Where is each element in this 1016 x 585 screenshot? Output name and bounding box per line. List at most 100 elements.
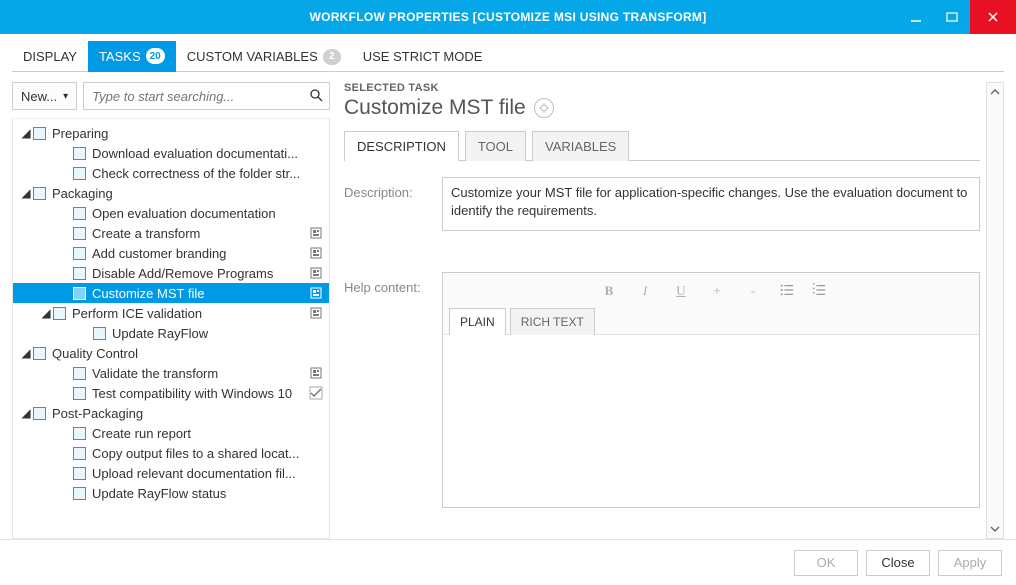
checkbox[interactable] [73,147,86,160]
apply-button[interactable]: Apply [938,550,1002,576]
collapse-icon[interactable]: ◢ [19,186,33,200]
tree-label: Download evaluation documentati... [92,146,323,161]
scrollbar[interactable] [986,82,1004,539]
scroll-up-icon[interactable] [987,83,1003,101]
tree-item[interactable]: ◢ Perform ICE validation [13,303,329,323]
new-dropdown-label: New... [21,89,57,104]
top-tabs: DISPLAY TASKS 20 CUSTOM VARIABLES 2 USE … [12,42,1004,72]
tree-item[interactable]: Download evaluation documentati... [13,143,329,163]
tree-group-packaging[interactable]: ◢ Packaging [13,183,329,203]
tree-item[interactable]: Upload relevant documentation fil... [13,463,329,483]
checkbox[interactable] [73,387,86,400]
tree-item[interactable]: Update RayFlow status [13,483,329,503]
tab-description-label: DESCRIPTION [357,139,446,154]
checkbox[interactable] [33,407,46,420]
tool-icon [309,306,323,320]
tree-item[interactable]: Create run report [13,423,329,443]
tree-label: Packaging [52,186,323,201]
tree-label: Perform ICE validation [72,306,305,321]
tree-group-quality[interactable]: ◢Quality Control [13,343,329,363]
font-grow-button[interactable]: + [707,283,727,299]
tab-tasks[interactable]: TASKS 20 [88,41,176,72]
tree-label: Update RayFlow [112,326,323,341]
tree-label: Copy output files to a shared locat... [92,446,323,461]
tree-label: Validate the transform [92,366,305,381]
mode-rich-label: RICH TEXT [521,315,584,329]
checkbox[interactable] [73,447,86,460]
mode-plain[interactable]: PLAIN [449,308,506,335]
tree-item[interactable]: Open evaluation documentation [13,203,329,223]
font-shrink-button[interactable]: - [743,283,763,299]
ok-button[interactable]: OK [794,550,858,576]
collapse-icon[interactable]: ◢ [19,346,33,360]
checkbox[interactable] [73,287,86,300]
tree-item[interactable]: Validate the transform [13,363,329,383]
checkbox[interactable] [53,307,66,320]
italic-button[interactable]: I [635,283,655,299]
new-dropdown[interactable]: New... ▾ [12,82,77,110]
checkbox[interactable] [73,207,86,220]
tree-group-preparing[interactable]: ◢Preparing [13,123,329,143]
scroll-down-icon[interactable] [987,520,1003,538]
search-box[interactable] [83,82,330,110]
tab-display[interactable]: DISPLAY [12,42,88,71]
bold-button[interactable]: B [599,283,619,299]
tree-item[interactable]: Update RayFlow [13,323,329,343]
tree-label: Create run report [92,426,323,441]
tree-item[interactable]: Add customer branding [13,243,329,263]
description-input[interactable]: Customize your MST file for application-… [442,177,980,231]
collapse-icon[interactable]: ◢ [39,306,53,320]
tab-tasks-badge: 20 [146,48,165,64]
task-tree[interactable]: ◢Preparing Download evaluation documenta… [12,118,330,539]
target-icon[interactable] [534,98,554,118]
collapse-icon[interactable]: ◢ [19,406,33,420]
tree-label: Upload relevant documentation fil... [92,466,323,481]
section-title: SELECTED TASK [344,82,980,94]
close-button[interactable]: Close [866,550,930,576]
checkbox[interactable] [33,347,46,360]
tree-item[interactable]: Create a transform [13,223,329,243]
rich-text-body[interactable] [443,335,979,507]
tab-strict-label: USE STRICT MODE [363,49,483,64]
minimize-button[interactable] [898,0,934,34]
checkbox[interactable] [73,487,86,500]
dialog-footer: OK Close Apply [0,539,1016,585]
underline-button[interactable]: U [671,283,691,299]
checkbox[interactable] [73,427,86,440]
tab-tool[interactable]: TOOL [465,131,526,161]
tree-item[interactable]: Check correctness of the folder str... [13,163,329,183]
collapse-icon[interactable]: ◢ [19,126,33,140]
checkbox[interactable] [73,167,86,180]
search-input[interactable] [92,89,309,104]
tab-tool-label: TOOL [478,139,513,154]
checkbox[interactable] [73,227,86,240]
tab-description[interactable]: DESCRIPTION [344,131,459,161]
checkbox[interactable] [93,327,106,340]
checkbox[interactable] [73,247,86,260]
checkbox[interactable] [33,187,46,200]
tab-variables[interactable]: VARIABLES [532,131,629,161]
tree-group-post[interactable]: ◢Post-Packaging [13,403,329,423]
checkbox[interactable] [73,467,86,480]
checkbox[interactable] [73,367,86,380]
tree-item[interactable]: Disable Add/Remove Programs [13,263,329,283]
check-icon [309,386,323,400]
bullet-list-button[interactable] [779,283,795,300]
checkbox[interactable] [33,127,46,140]
tree-item-selected[interactable]: Customize MST file [13,283,329,303]
tree-item[interactable]: Test compatibility with Windows 10 [13,383,329,403]
mode-rich[interactable]: RICH TEXT [510,308,595,335]
maximize-button[interactable] [934,0,970,34]
help-editor[interactable]: B I U + - PLAIN RICH TEXT [442,272,980,508]
tree-item[interactable]: Copy output files to a shared locat... [13,443,329,463]
tab-strict-mode[interactable]: USE STRICT MODE [352,42,494,71]
tool-icon [309,226,323,240]
tab-custom-variables[interactable]: CUSTOM VARIABLES 2 [176,42,352,72]
checkbox[interactable] [73,267,86,280]
number-list-button[interactable] [811,283,827,300]
tool-icon [309,266,323,280]
close-window-button[interactable] [970,0,1016,34]
titlebar: WORKFLOW PROPERTIES [CUSTOMIZE MSI USING… [0,0,1016,34]
tool-icon [309,286,323,300]
tab-variables-label: VARIABLES [545,139,616,154]
